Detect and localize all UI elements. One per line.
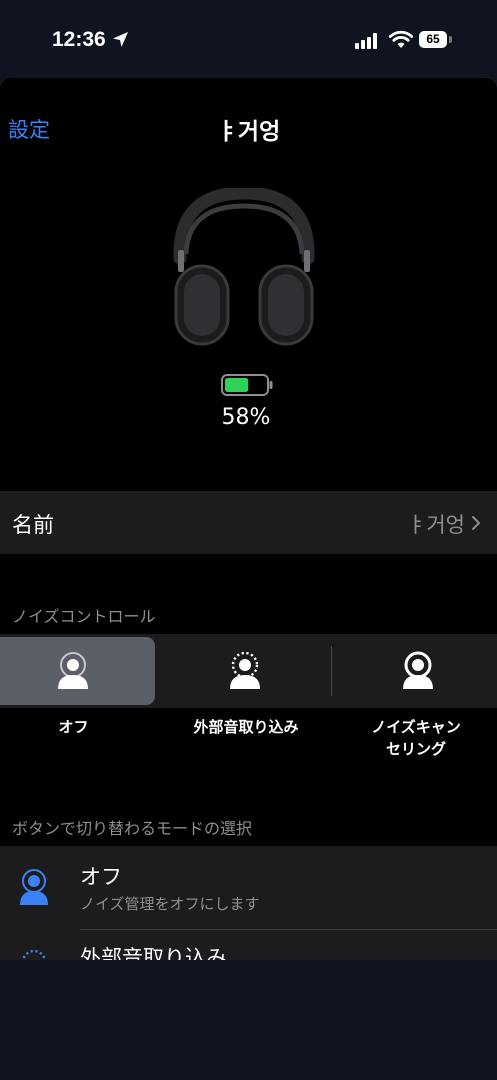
list-separator xyxy=(80,929,497,930)
device-settings-sheet: 設定 ㅑ거엉 58% 名前 ㅑ거엉 ノイズコントロール オフ 外部音取り込み ノ… xyxy=(0,78,497,960)
transparency-icon xyxy=(21,949,47,960)
segment-label-transparency: 外部音取り込み xyxy=(193,718,299,736)
mode-transparency-title[interactable]: 外部音取り込み xyxy=(80,942,227,960)
segment-label-noise-cancelling: ノイズキャン セリング xyxy=(371,718,461,758)
segment-divider xyxy=(331,646,332,696)
name-row[interactable]: 名前 ㅑ거엉 xyxy=(0,491,497,554)
battery-tip xyxy=(449,36,452,43)
noise-control-header: ノイズコントロール xyxy=(12,607,156,626)
mode-off-subtitle: ノイズ管理をオフにします xyxy=(80,895,260,913)
button-modes-list: オフ ノイズ管理をオフにします 外部音取り込み xyxy=(0,846,497,960)
mode-off-title[interactable]: オフ xyxy=(80,861,122,891)
name-label: 名前 xyxy=(12,513,54,537)
person-off-icon xyxy=(20,869,48,905)
status-battery: 65 xyxy=(419,31,447,48)
chevron-right-icon xyxy=(472,516,480,530)
button-modes-header: ボタンで切り替わるモードの選択 xyxy=(12,819,253,838)
name-value: ㅑ거엉 xyxy=(407,513,465,537)
battery-percentage: 58% xyxy=(221,405,271,430)
battery-level-icon xyxy=(221,374,273,396)
status-time: 12:36 xyxy=(52,28,106,51)
person-off-icon[interactable] xyxy=(55,651,91,691)
segment-label-off: オフ xyxy=(58,718,89,736)
wifi-icon xyxy=(389,30,413,48)
status-bar: 12:36 65 xyxy=(0,0,497,78)
cellular-signal-icon xyxy=(355,33,377,49)
page-title: ㅑ거엉 xyxy=(216,119,281,145)
transparency-icon[interactable] xyxy=(227,651,263,691)
location-arrow-icon xyxy=(113,32,128,47)
headphones-image xyxy=(173,188,315,346)
noise-cancel-icon[interactable] xyxy=(400,651,436,691)
noise-control-segmented xyxy=(0,634,497,708)
